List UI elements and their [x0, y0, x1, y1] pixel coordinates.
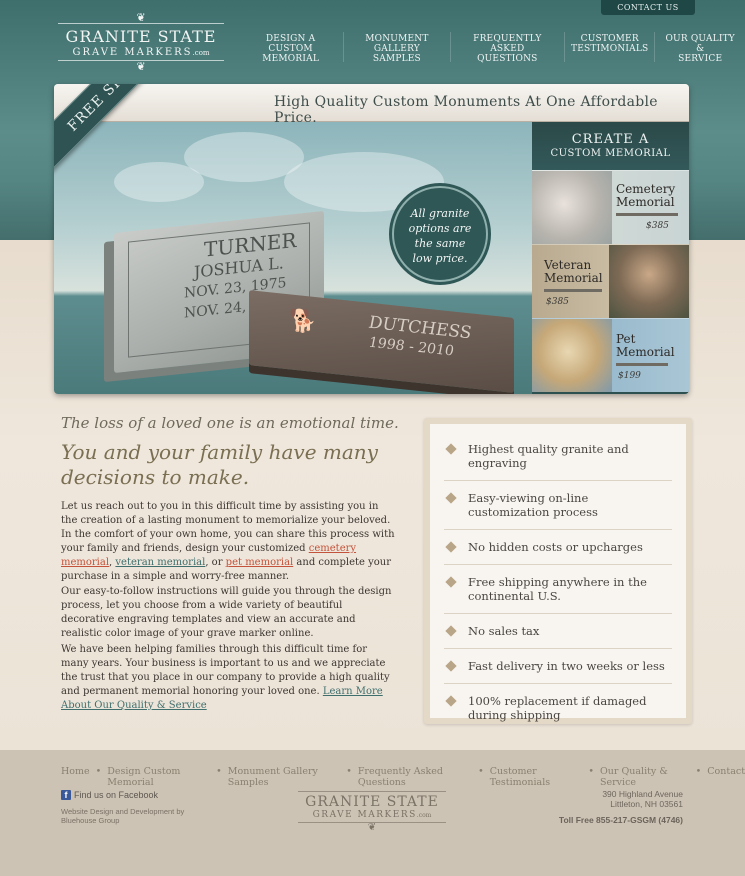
card-label: Cemetery Memorial [616, 182, 676, 209]
feature-item: Highest quality granite and engraving [444, 432, 672, 481]
couple-photo [532, 171, 612, 244]
price-badge: All granite options are the same low pri… [392, 186, 488, 282]
site-logo[interactable]: ❦ GRANITE STATE GRAVE MARKERS.com ❦ [56, 11, 226, 73]
intro-heading: The loss of a loved one is an emotional … [61, 414, 399, 432]
nav-quality-service[interactable]: OUR QUALITY & SERVICE [655, 32, 745, 64]
footer-logo[interactable]: GRANITE STATE GRAVE MARKERS.com ❦ [298, 791, 446, 833]
features-box: Highest quality granite and engraving Ea… [424, 418, 692, 724]
hero-image[interactable]: TURNER JOSHUA L. NOV. 23, 1975 NOV. 24, … [54, 122, 532, 394]
logo-title: GRANITE STATE [65, 27, 217, 46]
feature-item: No sales tax [444, 614, 672, 649]
card-price: $199 [618, 371, 641, 381]
card-label: Pet Memorial [616, 332, 675, 359]
veteran-memorial-link[interactable]: veteran memorial [115, 557, 205, 568]
diamond-bullet-icon [445, 695, 457, 707]
diamond-bullet-icon [445, 660, 457, 672]
footer-link-quality[interactable]: Our Quality & Service [600, 766, 690, 788]
create-memorial-heading: CREATE A CUSTOM MEMORIAL [532, 122, 689, 170]
flat-pet-marker: DUTCHESS 1998 - 2010 🐕 [249, 290, 514, 393]
logo-rule [298, 791, 446, 792]
pet-memorial-card[interactable]: Pet Memorial $199 [532, 318, 689, 392]
hero-banner: High Quality Custom Monuments At One Aff… [54, 84, 689, 394]
nav-testimonials[interactable]: CUSTOMER TESTIMONIALS [565, 32, 656, 62]
footer-link-contact[interactable]: Contact [707, 766, 745, 788]
nav-design-custom-memorial[interactable]: DESIGN A CUSTOM MEMORIAL [238, 32, 345, 64]
design-credit[interactable]: Website Design and Development by Blueho… [61, 807, 201, 825]
hero-header: High Quality Custom Monuments At One Aff… [54, 84, 689, 126]
footer-link-faq[interactable]: Frequently Asked Questions [358, 766, 472, 788]
diamond-bullet-icon [445, 492, 457, 504]
dog-engraving-icon: 🐕 [289, 308, 317, 337]
diamond-bullet-icon [445, 541, 457, 553]
veteran-memorial-card[interactable]: Veteran Memorial $385 [532, 244, 689, 318]
intro-subheading: You and your family have many decisions … [61, 440, 378, 489]
pet-memorial-link[interactable]: pet memorial [226, 557, 294, 568]
logo-subtitle: GRAVE MARKERS.com [72, 47, 210, 58]
card-underline [616, 363, 668, 366]
feature-item: No hidden costs or upcharges [444, 530, 672, 565]
facebook-icon: f [61, 790, 71, 800]
flourish-icon: ❦ [136, 11, 146, 24]
toll-free-number[interactable]: Toll Free 855-217-GSGM (4746) [559, 815, 683, 825]
body-paragraph: We have been helping families through th… [61, 644, 390, 711]
cemetery-memorial-card[interactable]: Cemetery Memorial $385 [532, 170, 689, 244]
contact-us-tab[interactable]: CONTACT US [601, 0, 695, 15]
diamond-bullet-icon [445, 443, 457, 455]
card-label: Veteran Memorial [544, 258, 603, 285]
footer-link-gallery[interactable]: Monument Gallery Samples [228, 766, 340, 788]
footer-address: 390 Highland Avenue Littleton, NH 03561 … [558, 789, 683, 825]
feature-item: Free shipping anywhere in the continenta… [444, 565, 672, 614]
feature-item: 100% replacement if damaged during shipp… [444, 684, 672, 732]
footer-link-home[interactable]: Home [61, 766, 90, 788]
nav-monument-gallery[interactable]: MONUMENT GALLERY SAMPLES [344, 32, 451, 64]
footer-link-design[interactable]: Design Custom Memorial [107, 766, 210, 788]
body-paragraph: Our easy-to-follow instructions will gui… [61, 586, 392, 639]
diamond-bullet-icon [445, 625, 457, 637]
feature-item: Easy-viewing on-line customization proce… [444, 481, 672, 530]
cloud-shape [114, 162, 204, 202]
card-underline [544, 289, 602, 292]
flourish-icon: ❦ [367, 822, 377, 833]
dog-photo [532, 319, 612, 392]
flourish-icon: ❦ [136, 60, 146, 73]
main-nav: DESIGN A CUSTOM MEMORIAL MONUMENT GALLERY … [238, 32, 745, 64]
footer-nav: Home • Design Custom Memorial • Monument G… [61, 766, 745, 788]
card-price: $385 [646, 221, 669, 231]
facebook-link[interactable]: f Find us on Facebook [61, 790, 158, 800]
footer: Home • Design Custom Memorial • Monument G… [0, 750, 745, 876]
card-underline [616, 213, 678, 216]
footer-link-testimonials[interactable]: Customer Testimonials [490, 766, 583, 788]
diamond-bullet-icon [445, 576, 457, 588]
create-memorial-panel: CREATE A CUSTOM MEMORIAL Cemetery Memoria… [532, 122, 689, 394]
nav-faq[interactable]: FREQUENTLY ASKED QUESTIONS [451, 32, 566, 64]
feature-item: Fast delivery in two weeks or less [444, 649, 672, 684]
card-price: $385 [546, 297, 569, 307]
body-paragraph: Let us reach out to you in this difficul… [61, 501, 395, 582]
soldier-photo [609, 245, 689, 318]
